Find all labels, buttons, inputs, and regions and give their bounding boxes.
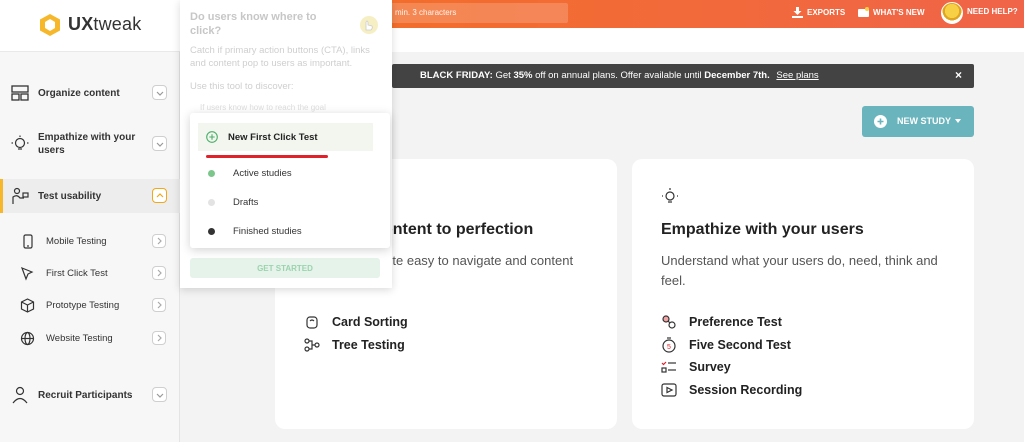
chevron-up-icon[interactable] bbox=[152, 188, 167, 203]
sidebar-subitem-first-click-test[interactable]: First Click Test bbox=[0, 258, 180, 288]
chevron-down-icon[interactable] bbox=[152, 85, 167, 100]
need-help-button[interactable]: NEED HELP? bbox=[967, 7, 1018, 16]
cursor-click-icon bbox=[20, 266, 34, 281]
user-desk-icon bbox=[12, 187, 29, 204]
sidebar-item-organize-content[interactable]: Organize content bbox=[0, 80, 180, 106]
download-icon bbox=[792, 7, 803, 18]
chevron-down-icon[interactable] bbox=[152, 136, 167, 151]
status-dot bbox=[208, 199, 215, 206]
chevron-right-icon[interactable] bbox=[152, 234, 166, 248]
sidebar-subitem-label: First Click Test bbox=[46, 268, 108, 279]
menu-item-finished-studies[interactable]: Finished studies bbox=[198, 221, 378, 241]
stopwatch-icon: 5 bbox=[662, 337, 676, 353]
sidebar-subitem-prototype-testing[interactable]: Prototype Testing bbox=[0, 290, 180, 320]
status-dot bbox=[208, 228, 215, 235]
logo[interactable]: UXtweak bbox=[0, 0, 180, 52]
video-icon bbox=[661, 383, 677, 397]
cards-icon bbox=[306, 316, 318, 329]
chevron-right-icon[interactable] bbox=[152, 266, 166, 280]
mobile-icon bbox=[23, 234, 33, 249]
chevron-right-icon[interactable] bbox=[152, 298, 166, 312]
tool-tree-testing[interactable]: Tree Testing bbox=[304, 336, 405, 354]
sidebar: UXtweak Organize content Empathize with … bbox=[0, 0, 180, 442]
tool-five-second-test[interactable]: 5 Five Second Test bbox=[661, 336, 791, 354]
popover-use-heading: Use this tool to discover: bbox=[190, 81, 294, 92]
highlight-underline bbox=[206, 155, 328, 158]
card-title: ontent to perfection bbox=[383, 221, 534, 238]
preference-icon bbox=[662, 315, 676, 329]
status-dot bbox=[208, 170, 215, 177]
news-icon bbox=[858, 7, 869, 17]
card-title: Empathize with your users bbox=[661, 221, 864, 238]
layout-icon bbox=[11, 85, 29, 101]
new-study-button[interactable]: NEW STUDY bbox=[862, 106, 974, 137]
sidebar-item-test-usability[interactable]: Test usability bbox=[0, 179, 180, 213]
cube-icon bbox=[20, 298, 35, 313]
menu-item-new-first-click-test[interactable]: New First Click Test bbox=[198, 123, 373, 151]
see-plans-link[interactable]: See plans bbox=[776, 70, 818, 81]
checklist-icon bbox=[661, 361, 676, 373]
caret-down-icon bbox=[955, 119, 961, 123]
sidebar-item-recruit-participants[interactable]: Recruit Participants bbox=[0, 382, 180, 408]
plus-circle-icon bbox=[206, 131, 218, 143]
tool-card-sorting[interactable]: Card Sorting bbox=[304, 313, 408, 331]
sidebar-item-label: Recruit Participants bbox=[38, 390, 133, 401]
close-icon[interactable]: × bbox=[955, 68, 962, 82]
lightbulb-icon bbox=[11, 135, 29, 150]
popover-description: Catch if primary action buttons (CTA), l… bbox=[190, 45, 370, 69]
logo-text: UXtweak bbox=[68, 14, 142, 34]
chevron-right-icon[interactable] bbox=[152, 331, 166, 345]
promo-banner: BLACK FRIDAY: Get 35% off on annual plan… bbox=[392, 64, 974, 88]
banner-text: BLACK FRIDAY: Get 35% off on annual plan… bbox=[420, 70, 819, 81]
sidebar-subitem-website-testing[interactable]: Website Testing bbox=[0, 323, 180, 353]
lightbulb-icon bbox=[662, 188, 678, 203]
tool-survey[interactable]: Survey bbox=[661, 358, 731, 376]
avatar[interactable] bbox=[941, 2, 963, 24]
logo-icon bbox=[40, 14, 60, 36]
tree-icon bbox=[304, 338, 320, 352]
popover-title: Do users know where to click? bbox=[190, 11, 317, 37]
sidebar-subitem-label: Prototype Testing bbox=[46, 300, 120, 311]
sidebar-subitem-label: Mobile Testing bbox=[46, 236, 107, 247]
plus-circle-icon bbox=[874, 115, 887, 128]
tool-session-recording[interactable]: Session Recording bbox=[661, 381, 802, 399]
click-hand-icon bbox=[360, 16, 378, 34]
whats-new-button[interactable]: WHAT'S NEW bbox=[858, 7, 925, 18]
card-empathize: Empathize with your users Understand wha… bbox=[632, 159, 974, 429]
chevron-down-icon[interactable] bbox=[152, 387, 167, 402]
card-description: site easy to navigate and content bbox=[383, 253, 574, 268]
sidebar-item-empathize[interactable]: Empathize with your users bbox=[0, 126, 180, 162]
tool-preference-test[interactable]: Preference Test bbox=[661, 313, 782, 331]
sidebar-subitem-mobile-testing[interactable]: Mobile Testing bbox=[0, 226, 180, 256]
card-description: Understand what your users do, need, thi… bbox=[661, 253, 938, 288]
sidebar-item-label: Organize content bbox=[38, 88, 120, 99]
popover-bullet: If users know how to reach the goal bbox=[200, 103, 326, 112]
sidebar-subitem-label: Website Testing bbox=[46, 333, 113, 344]
get-started-button[interactable]: GET STARTED bbox=[190, 258, 380, 278]
sidebar-item-label: Test usability bbox=[38, 191, 102, 202]
person-icon bbox=[12, 386, 28, 404]
sidebar-item-label: Empathize with your users bbox=[38, 132, 136, 156]
menu-item-drafts[interactable]: Drafts bbox=[198, 192, 378, 212]
exports-button[interactable]: EXPORTS bbox=[792, 7, 845, 18]
study-dropdown-menu: New First Click Test Active studies Draf… bbox=[190, 113, 390, 248]
globe-icon bbox=[20, 331, 35, 346]
svg-text:5: 5 bbox=[667, 344, 671, 351]
search-hint: min. 3 characters bbox=[395, 8, 457, 17]
menu-item-active-studies[interactable]: Active studies bbox=[198, 163, 378, 183]
